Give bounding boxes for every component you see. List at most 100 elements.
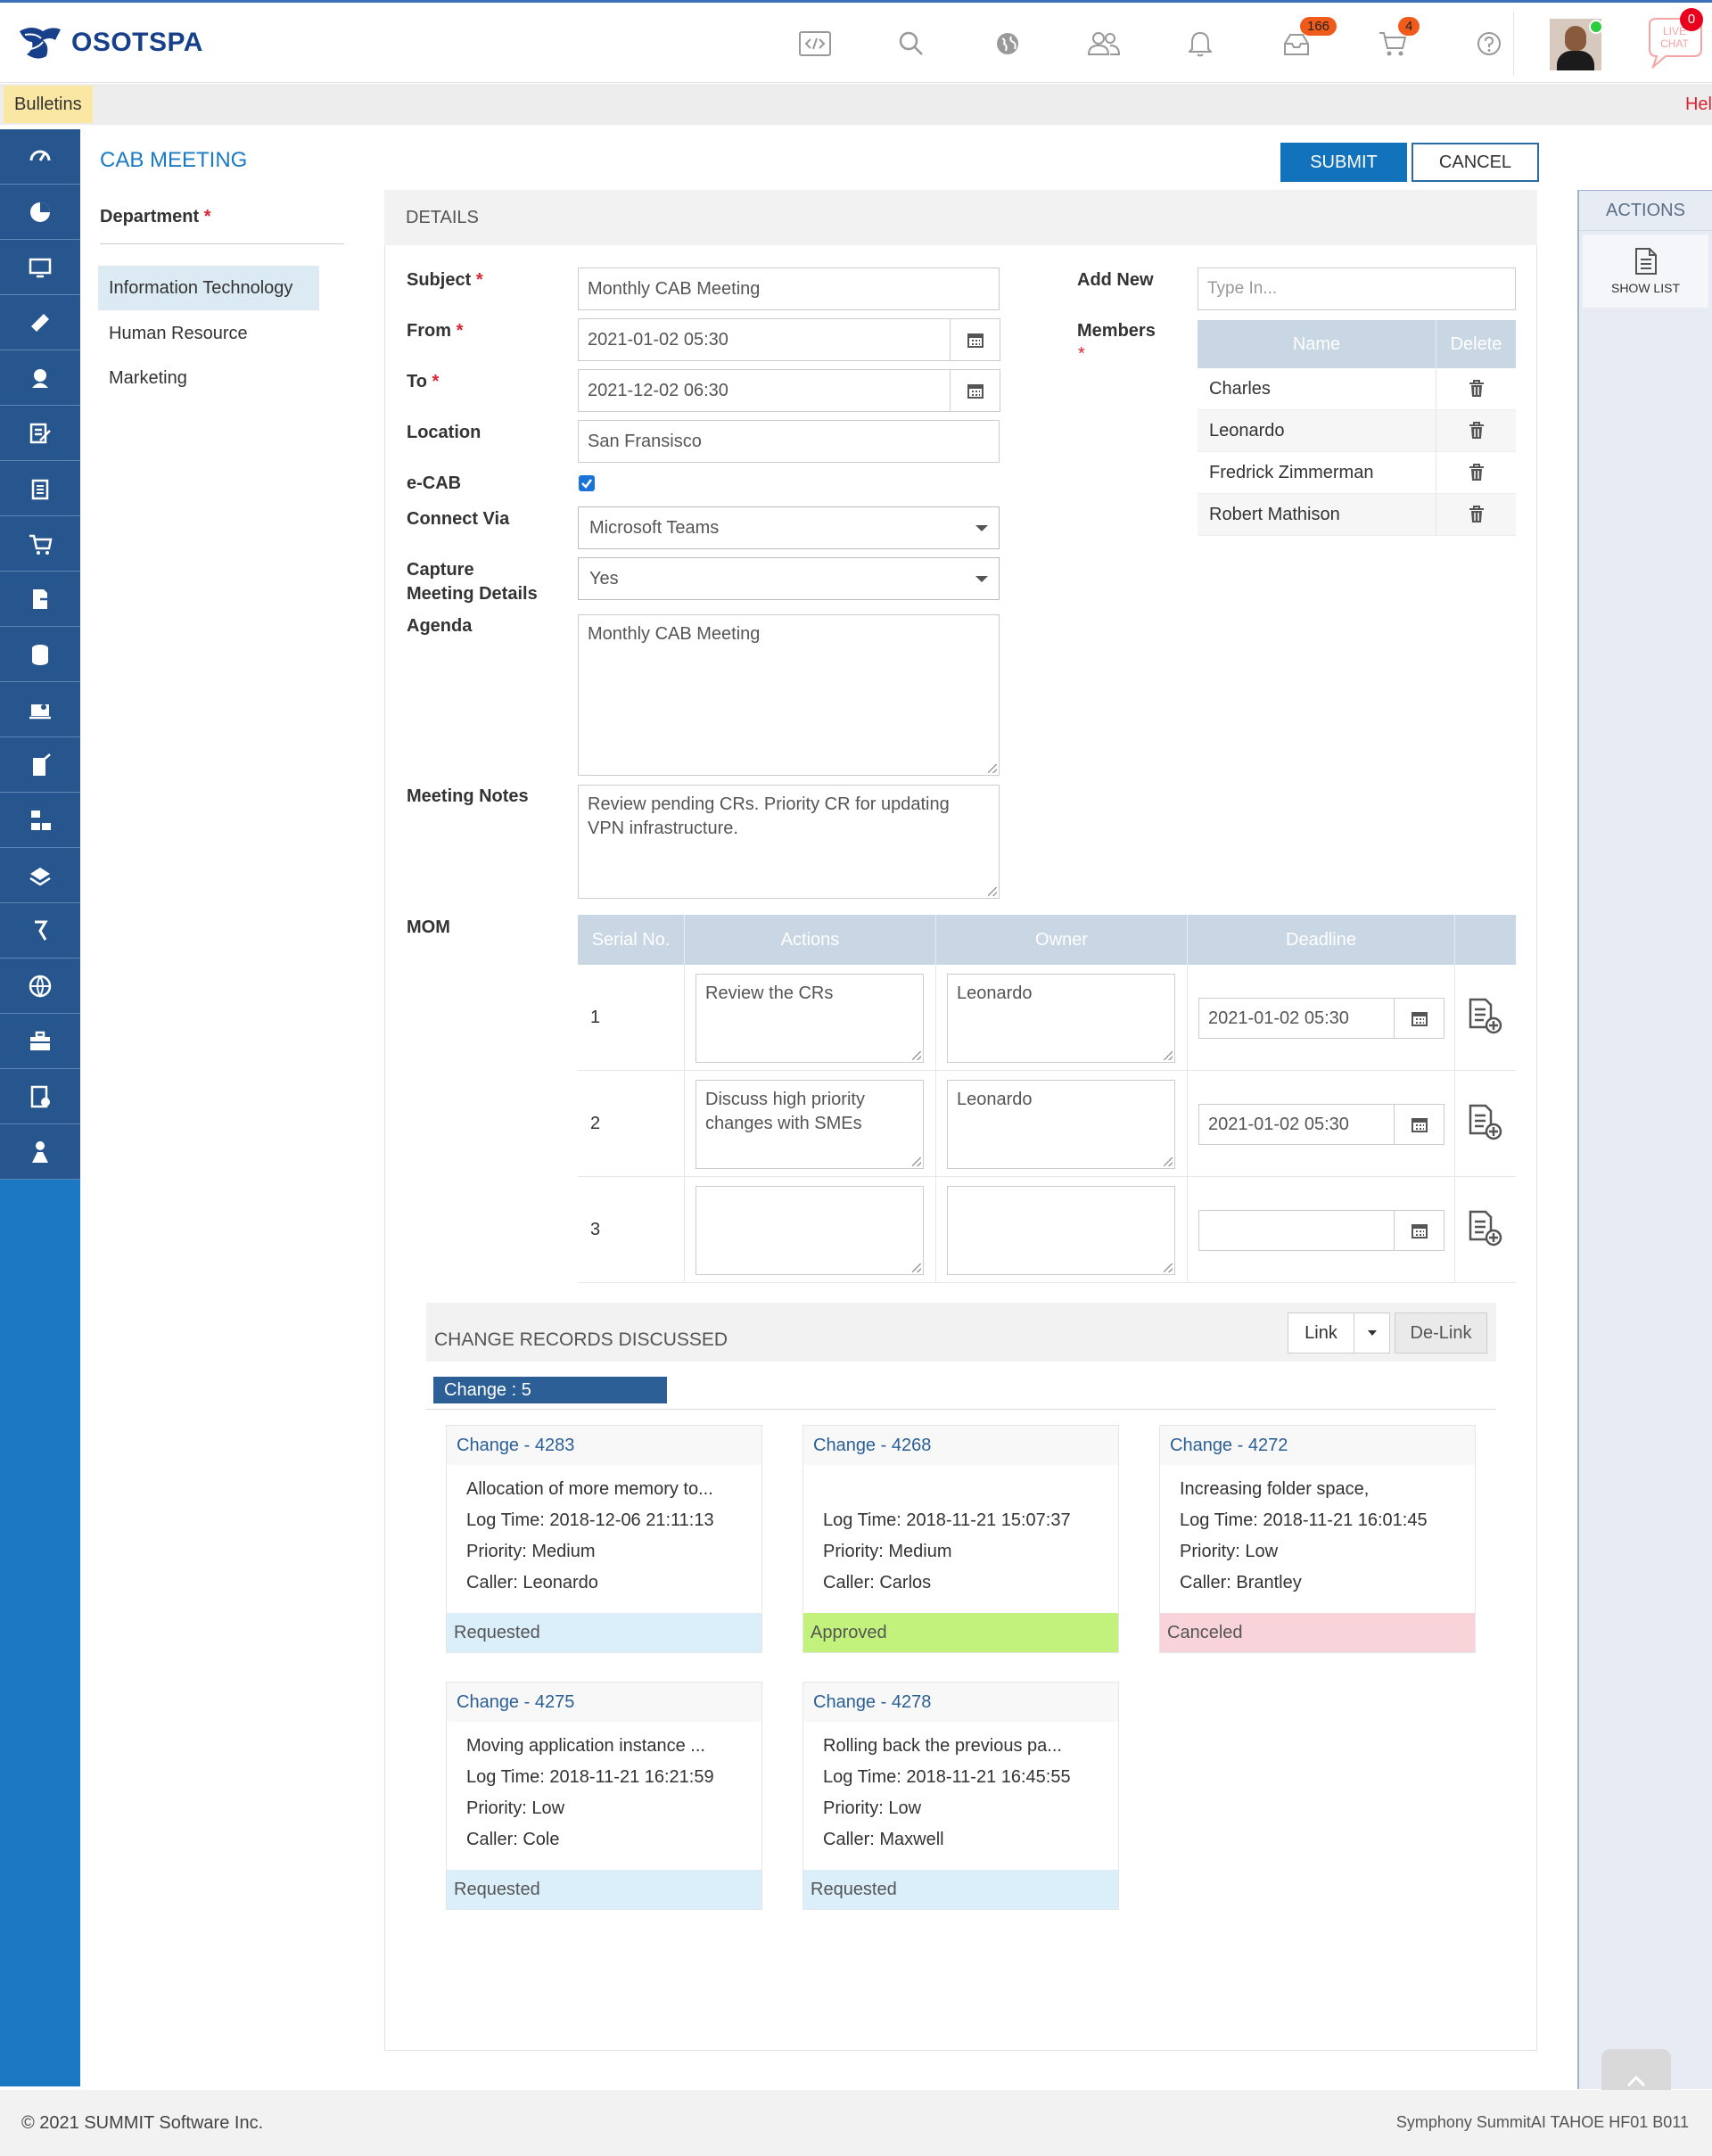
capture-meeting-select[interactable]: Yes (578, 557, 1000, 600)
add-row-button[interactable] (1468, 1209, 1503, 1252)
delete-member-button[interactable] (1436, 494, 1516, 535)
sidebar-item-layers[interactable] (0, 848, 80, 903)
resize-grip-icon[interactable] (1164, 1051, 1173, 1060)
sidebar-item-dashboard[interactable] (0, 129, 80, 185)
connect-via-select[interactable]: Microsoft Teams (578, 506, 1000, 549)
action-textarea[interactable] (696, 1186, 924, 1275)
search-button[interactable] (863, 26, 959, 62)
deadline-calendar-button[interactable] (1395, 998, 1444, 1039)
action-textarea[interactable]: Discuss high priority changes with SMEs (696, 1080, 924, 1169)
owner-textarea[interactable]: Leonardo (947, 1080, 1175, 1169)
change-card[interactable]: Change - 4268 Log Time: 2018-11-21 15:07:… (802, 1425, 1119, 1653)
bulletin-bar: Bulletins Hel (0, 84, 1712, 125)
change-status-badge: Requested (447, 1613, 761, 1652)
serial-number: 2 (590, 1114, 601, 1133)
sidebar-item-briefcase[interactable] (0, 1014, 80, 1069)
brand-logo[interactable]: OSOTSPA (16, 22, 203, 63)
subject-input[interactable]: Monthly CAB Meeting (578, 267, 1000, 310)
change-card-title[interactable]: Change - 4275 (447, 1683, 761, 1722)
ecab-checkbox[interactable] (579, 475, 595, 491)
resize-grip-icon[interactable] (912, 1263, 921, 1272)
sidebar-item-mobile-edit[interactable] (0, 737, 80, 793)
sidebar-item-org-chart[interactable] (0, 793, 80, 848)
resize-grip-icon[interactable] (988, 764, 997, 773)
change-records-title: CHANGE RECORDS DISCUSSED (434, 1329, 728, 1350)
department-item-it[interactable]: Information Technology (98, 266, 319, 310)
members-table: Name Delete Charles Leonardo Fredrick Zimm… (1198, 320, 1516, 536)
deadline-input[interactable] (1198, 1210, 1395, 1251)
delink-button[interactable]: De-Link (1395, 1313, 1487, 1354)
link-dropdown-button[interactable] (1354, 1313, 1389, 1353)
meeting-notes-textarea[interactable]: Review pending CRs. Priority CR for upda… (578, 785, 1000, 899)
resize-grip-icon[interactable] (988, 887, 997, 896)
change-card[interactable]: Change - 4272 Increasing folder space, Log… (1159, 1425, 1476, 1653)
sidebar-item-ticket[interactable] (0, 295, 80, 350)
page-title: CAB MEETING (100, 148, 248, 172)
change-priority: Priority: Low (466, 1798, 565, 1818)
add-row-button[interactable] (1468, 1103, 1503, 1146)
delete-member-button[interactable] (1436, 452, 1516, 493)
sidebar-item-report[interactable] (0, 1069, 80, 1124)
sidebar-item-globe-settings[interactable] (0, 959, 80, 1014)
sidebar-item-clipboard[interactable] (0, 461, 80, 516)
agenda-textarea[interactable]: Monthly CAB Meeting (578, 614, 1000, 776)
sidebar-item-monitor[interactable] (0, 240, 80, 295)
sidebar-item-pie-chart[interactable] (0, 185, 80, 240)
change-card-title[interactable]: Change - 4283 (447, 1426, 761, 1465)
sidebar-item-cart[interactable] (0, 516, 80, 572)
change-card[interactable]: Change - 4278 Rolling back the previous p… (802, 1682, 1119, 1910)
show-list-button[interactable]: SHOW LIST (1583, 235, 1708, 308)
submit-button[interactable]: SUBMIT (1280, 143, 1407, 182)
deadline-input[interactable]: 2021-01-02 05:30 (1198, 1104, 1395, 1145)
change-card[interactable]: Change - 4283 Allocation of more memory t… (446, 1425, 762, 1653)
globe-button[interactable] (959, 26, 1056, 62)
cancel-button[interactable]: CANCEL (1412, 143, 1539, 182)
owner-textarea[interactable]: Leonardo (947, 974, 1175, 1063)
location-input[interactable]: San Fransisco (578, 420, 1000, 463)
notifications-button[interactable] (1152, 26, 1248, 62)
from-calendar-button[interactable] (951, 318, 1000, 361)
sidebar-item-user-settings[interactable] (0, 350, 80, 406)
sidebar-item-edit-note[interactable] (0, 406, 80, 461)
delete-member-button[interactable] (1436, 368, 1516, 409)
resize-grip-icon[interactable] (912, 1157, 921, 1166)
sidebar-item-pin[interactable] (0, 903, 80, 959)
sidebar-item-laptop-user[interactable] (0, 682, 80, 737)
link-button[interactable]: Link (1288, 1313, 1354, 1353)
department-item-marketing[interactable]: Marketing (98, 356, 319, 400)
help-button[interactable] (1441, 26, 1537, 62)
deadline-calendar-button[interactable] (1395, 1104, 1444, 1145)
layers-icon (29, 867, 51, 885)
deadline-input[interactable]: 2021-01-02 05:30 (1198, 998, 1395, 1039)
code-button[interactable] (767, 26, 863, 62)
cart-button[interactable]: 4 (1345, 17, 1441, 62)
deadline-calendar-button[interactable] (1395, 1210, 1444, 1251)
change-summary: Rolling back the previous pa... (823, 1736, 1062, 1756)
resize-grip-icon[interactable] (1164, 1263, 1173, 1272)
serial-column-header: Serial No. (578, 915, 685, 965)
action-textarea[interactable]: Review the CRs (696, 974, 924, 1063)
to-calendar-button[interactable] (951, 369, 1000, 412)
department-item-hr[interactable]: Human Resource (98, 311, 319, 356)
add-row-button[interactable] (1468, 997, 1503, 1040)
change-card-title[interactable]: Change - 4278 (803, 1683, 1118, 1722)
owner-textarea[interactable] (947, 1186, 1175, 1275)
from-date-input[interactable]: 2021-01-02 05:30 (578, 318, 951, 361)
change-card-title[interactable]: Change - 4272 (1160, 1426, 1475, 1465)
resize-grip-icon[interactable] (1164, 1157, 1173, 1166)
inbox-button[interactable]: 166 (1248, 17, 1345, 62)
sidebar-item-document-arrow[interactable] (0, 572, 80, 627)
resize-grip-icon[interactable] (912, 1051, 921, 1060)
change-card-title[interactable]: Change - 4268 (803, 1426, 1118, 1465)
change-card[interactable]: Change - 4275 Moving application instance… (446, 1682, 762, 1910)
bulletins-tab[interactable]: Bulletins (4, 86, 93, 123)
sidebar-item-database[interactable] (0, 627, 80, 682)
to-date-input[interactable]: 2021-12-02 06:30 (578, 369, 951, 412)
add-member-input[interactable]: Type In... (1198, 267, 1516, 310)
users-button[interactable] (1056, 26, 1152, 62)
help-icon (1477, 32, 1501, 55)
bulletin-help-text[interactable]: Hel (1685, 84, 1712, 125)
search-icon (899, 31, 923, 55)
sidebar-item-person[interactable] (0, 1124, 80, 1180)
delete-member-button[interactable] (1436, 410, 1516, 451)
